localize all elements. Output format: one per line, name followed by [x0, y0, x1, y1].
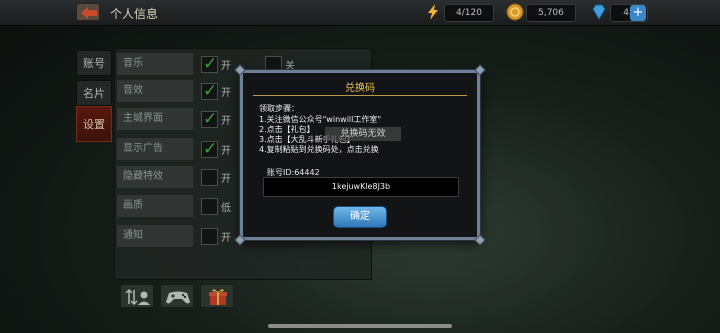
page-title: 个人信息: [110, 7, 159, 21]
top-bar: 个人信息 4/120 5,706 42 +: [0, 0, 720, 26]
dialog-title: 兑换码: [345, 83, 375, 94]
stamina-value: 4/120: [456, 8, 482, 18]
steps-header: 领取步骤：: [259, 104, 299, 113]
plus-icon: +: [632, 5, 644, 20]
home-indicator: [268, 324, 452, 328]
invalid-code-toast: 兑换码无效: [325, 127, 401, 141]
coin-value: 5,706: [538, 8, 564, 18]
confirm-button[interactable]: 确定: [333, 206, 387, 228]
step-4: 4.复制粘贴到兑换码处，点击兑换: [259, 145, 379, 154]
lightning-icon: [428, 4, 438, 20]
stamina-counter: 4/120: [444, 4, 494, 22]
title-divider: [253, 95, 467, 96]
gem-icon: [592, 4, 606, 20]
coin-icon: [506, 3, 524, 21]
back-arrow-icon: [81, 7, 97, 19]
redeem-code-input[interactable]: 1kejuwKle8J3b: [263, 177, 459, 197]
add-gems-button[interactable]: +: [630, 5, 646, 21]
coin-counter: 5,706: [526, 4, 576, 22]
redeem-code-dialog: 兑换码 领取步骤： 1.关注微信公众号"winwill工作室" 2.点击【礼包】…: [234, 64, 486, 246]
back-button[interactable]: [76, 3, 100, 21]
